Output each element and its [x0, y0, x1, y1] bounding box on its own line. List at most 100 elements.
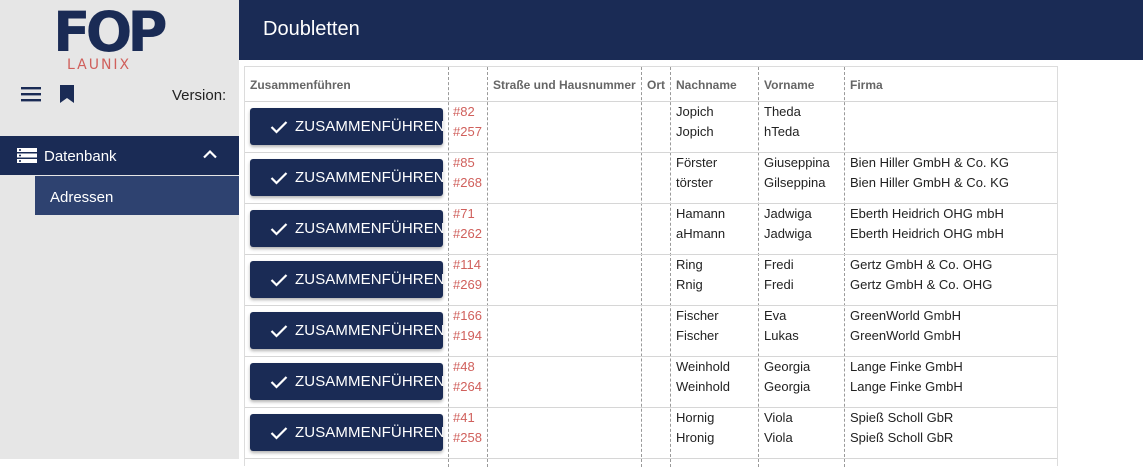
company-value: Lange Finke GmbH	[850, 379, 963, 394]
record-id-link[interactable]: #269	[453, 275, 482, 295]
merge-button-label: ZUSAMMENFÜHREN	[295, 169, 445, 186]
record-id-link[interactable]: #114	[453, 255, 482, 275]
merge-button[interactable]: ZUSAMMENFÜHREN	[250, 159, 445, 196]
record-id-link[interactable]: #48	[453, 357, 482, 377]
column-header-city[interactable]: Ort	[647, 78, 665, 92]
record-ids-cell[interactable]: #85 #268	[453, 153, 482, 193]
page-title: Doubletten	[263, 18, 360, 40]
record-ids-cell[interactable]: #48 #264	[453, 357, 482, 397]
bookmark-icon[interactable]	[60, 85, 74, 103]
firstname-cell: Giuseppina Gilseppina	[764, 153, 830, 193]
sidebar-item-label: Datenbank	[44, 148, 117, 165]
record-id-link[interactable]: #41	[453, 408, 482, 428]
lastname-cell: Hornig Hronig	[676, 408, 714, 448]
version-label: Version:	[172, 87, 227, 104]
record-ids-cell[interactable]: #114 #269	[453, 255, 482, 295]
menu-icon[interactable]	[21, 86, 41, 102]
merge-button[interactable]: ZUSAMMENFÜHREN	[250, 261, 445, 298]
check-icon	[270, 274, 288, 287]
column-header-lastname[interactable]: Nachname	[676, 78, 737, 92]
firstname-value: Jadwiga	[764, 206, 812, 221]
record-id-link[interactable]: #71	[453, 204, 482, 224]
firstname-value: Fredi	[764, 257, 794, 272]
lastname-cell: Hamann aHmann	[676, 204, 725, 244]
page-header: Doubletten	[239, 0, 1143, 60]
record-id-link[interactable]: #85	[453, 153, 482, 173]
lastname-value: törster	[676, 175, 713, 190]
merge-button-label: ZUSAMMENFÜHREN	[295, 271, 445, 288]
merge-button-label: ZUSAMMENFÜHREN	[295, 220, 445, 237]
chevron-up-icon[interactable]	[203, 149, 217, 159]
firstname-value: Giuseppina	[764, 155, 830, 170]
merge-button-label: ZUSAMMENFÜHREN	[295, 118, 445, 135]
record-id-link[interactable]: #257	[453, 122, 482, 142]
record-id-link[interactable]: #194	[453, 326, 482, 346]
company-value: GreenWorld GmbH	[850, 308, 962, 323]
firstname-cell: Theda hTeda	[764, 102, 801, 142]
company-value: Gertz GmbH & Co. OHG	[850, 257, 993, 272]
firstname-value: Fredi	[764, 277, 794, 292]
app-logo: FOP LAUNIX	[53, 5, 185, 76]
record-ids-cell[interactable]: #41 #258	[453, 408, 482, 448]
record-ids-cell[interactable]: #82 #257	[453, 102, 482, 142]
logo-sub-text: LAUNIX	[67, 57, 132, 73]
record-id-link[interactable]: #258	[453, 428, 482, 448]
firstname-value: hTeda	[764, 124, 800, 139]
record-id-link[interactable]: #262	[453, 224, 482, 244]
company-cell: Lange Finke GmbH Lange Finke GmbH	[850, 357, 963, 397]
company-cell: Bien Hiller GmbH & Co. KG Bien Hiller Gm…	[850, 153, 1009, 193]
lastname-value: Ring	[676, 257, 703, 272]
lastname-value: Weinhold	[676, 359, 730, 374]
table-row: ZUSAMMENFÜHREN #82 #257 Jopich Jopich Th…	[245, 102, 1057, 153]
record-id-link[interactable]: #264	[453, 377, 482, 397]
merge-button[interactable]: ZUSAMMENFÜHREN	[250, 312, 445, 349]
firstname-cell: Viola Viola	[764, 408, 793, 448]
logo-main-text: FOP	[53, 0, 168, 64]
column-header-company[interactable]: Firma	[850, 78, 883, 92]
lastname-value: Rnig	[676, 277, 703, 292]
company-value: Bien Hiller GmbH & Co. KG	[850, 155, 1009, 170]
merge-button[interactable]: ZUSAMMENFÜHREN	[250, 210, 445, 247]
firstname-cell: Eva Lukas	[764, 306, 799, 346]
sidebar-item-datenbank[interactable]: Datenbank	[0, 136, 239, 175]
check-icon	[270, 427, 288, 440]
company-cell: Spieß Scholl GbR Spieß Scholl GbR	[850, 408, 953, 448]
company-cell: GreenWorld GmbH GreenWorld GmbH	[850, 306, 961, 346]
firstname-cell: Fredi Fredi	[764, 255, 794, 295]
lastname-cell: Fischer Fischer	[676, 306, 719, 346]
merge-button[interactable]: ZUSAMMENFÜHREN	[250, 363, 445, 400]
lastname-value: Hronig	[676, 430, 715, 445]
lastname-value: Jopich	[676, 124, 714, 139]
record-id-link[interactable]: #82	[453, 102, 482, 122]
record-ids-cell[interactable]: #71 #262	[453, 204, 482, 244]
table-row: ZUSAMMENFÜHREN #85 #268 Förster törster …	[245, 153, 1057, 204]
duplicates-table: Zusammenführen Straße und Hausnummer Ort…	[244, 66, 1058, 467]
firstname-value: Georgia	[764, 359, 811, 374]
sidebar: FOP LAUNIX Version: Datenbank Adressen	[0, 0, 239, 459]
record-ids-cell[interactable]: #166 #194	[453, 306, 482, 346]
column-header-street[interactable]: Straße und Hausnummer	[493, 78, 636, 92]
record-id-link[interactable]: #268	[453, 173, 482, 193]
merge-button-label: ZUSAMMENFÜHREN	[295, 322, 445, 339]
database-icon	[17, 148, 37, 163]
record-id-link[interactable]: #166	[453, 306, 482, 326]
lastname-value: Hornig	[676, 410, 715, 425]
check-icon	[270, 223, 288, 236]
column-header-firstname[interactable]: Vorname	[764, 78, 814, 92]
merge-button[interactable]: ZUSAMMENFÜHREN	[250, 414, 445, 451]
lastname-value: Hamann	[676, 206, 726, 221]
firstname-value: Eva	[764, 308, 787, 323]
firstname-value: Viola	[764, 410, 793, 425]
check-icon	[270, 121, 288, 134]
firstname-value: Theda	[764, 104, 801, 119]
merge-button[interactable]: ZUSAMMENFÜHREN	[250, 108, 445, 145]
table-row: ZUSAMMENFÜHREN #114 #269 Ring Rnig Fredi…	[245, 255, 1057, 306]
sidebar-item-adressen[interactable]: Adressen	[35, 176, 239, 215]
table-row: ZUSAMMENFÜHREN #166 #194 Fischer Fischer…	[245, 306, 1057, 357]
firstname-cell: Georgia Georgia	[764, 357, 810, 397]
company-value: Eberth Heidrich OHG mbH	[850, 206, 1004, 221]
company-value: Spieß Scholl GbR	[850, 410, 954, 425]
company-cell: Gertz GmbH & Co. OHG Gertz GmbH & Co. OH…	[850, 255, 992, 295]
column-header-merge[interactable]: Zusammenführen	[250, 78, 351, 92]
lastname-cell: Weinhold Weinhold	[676, 357, 730, 397]
